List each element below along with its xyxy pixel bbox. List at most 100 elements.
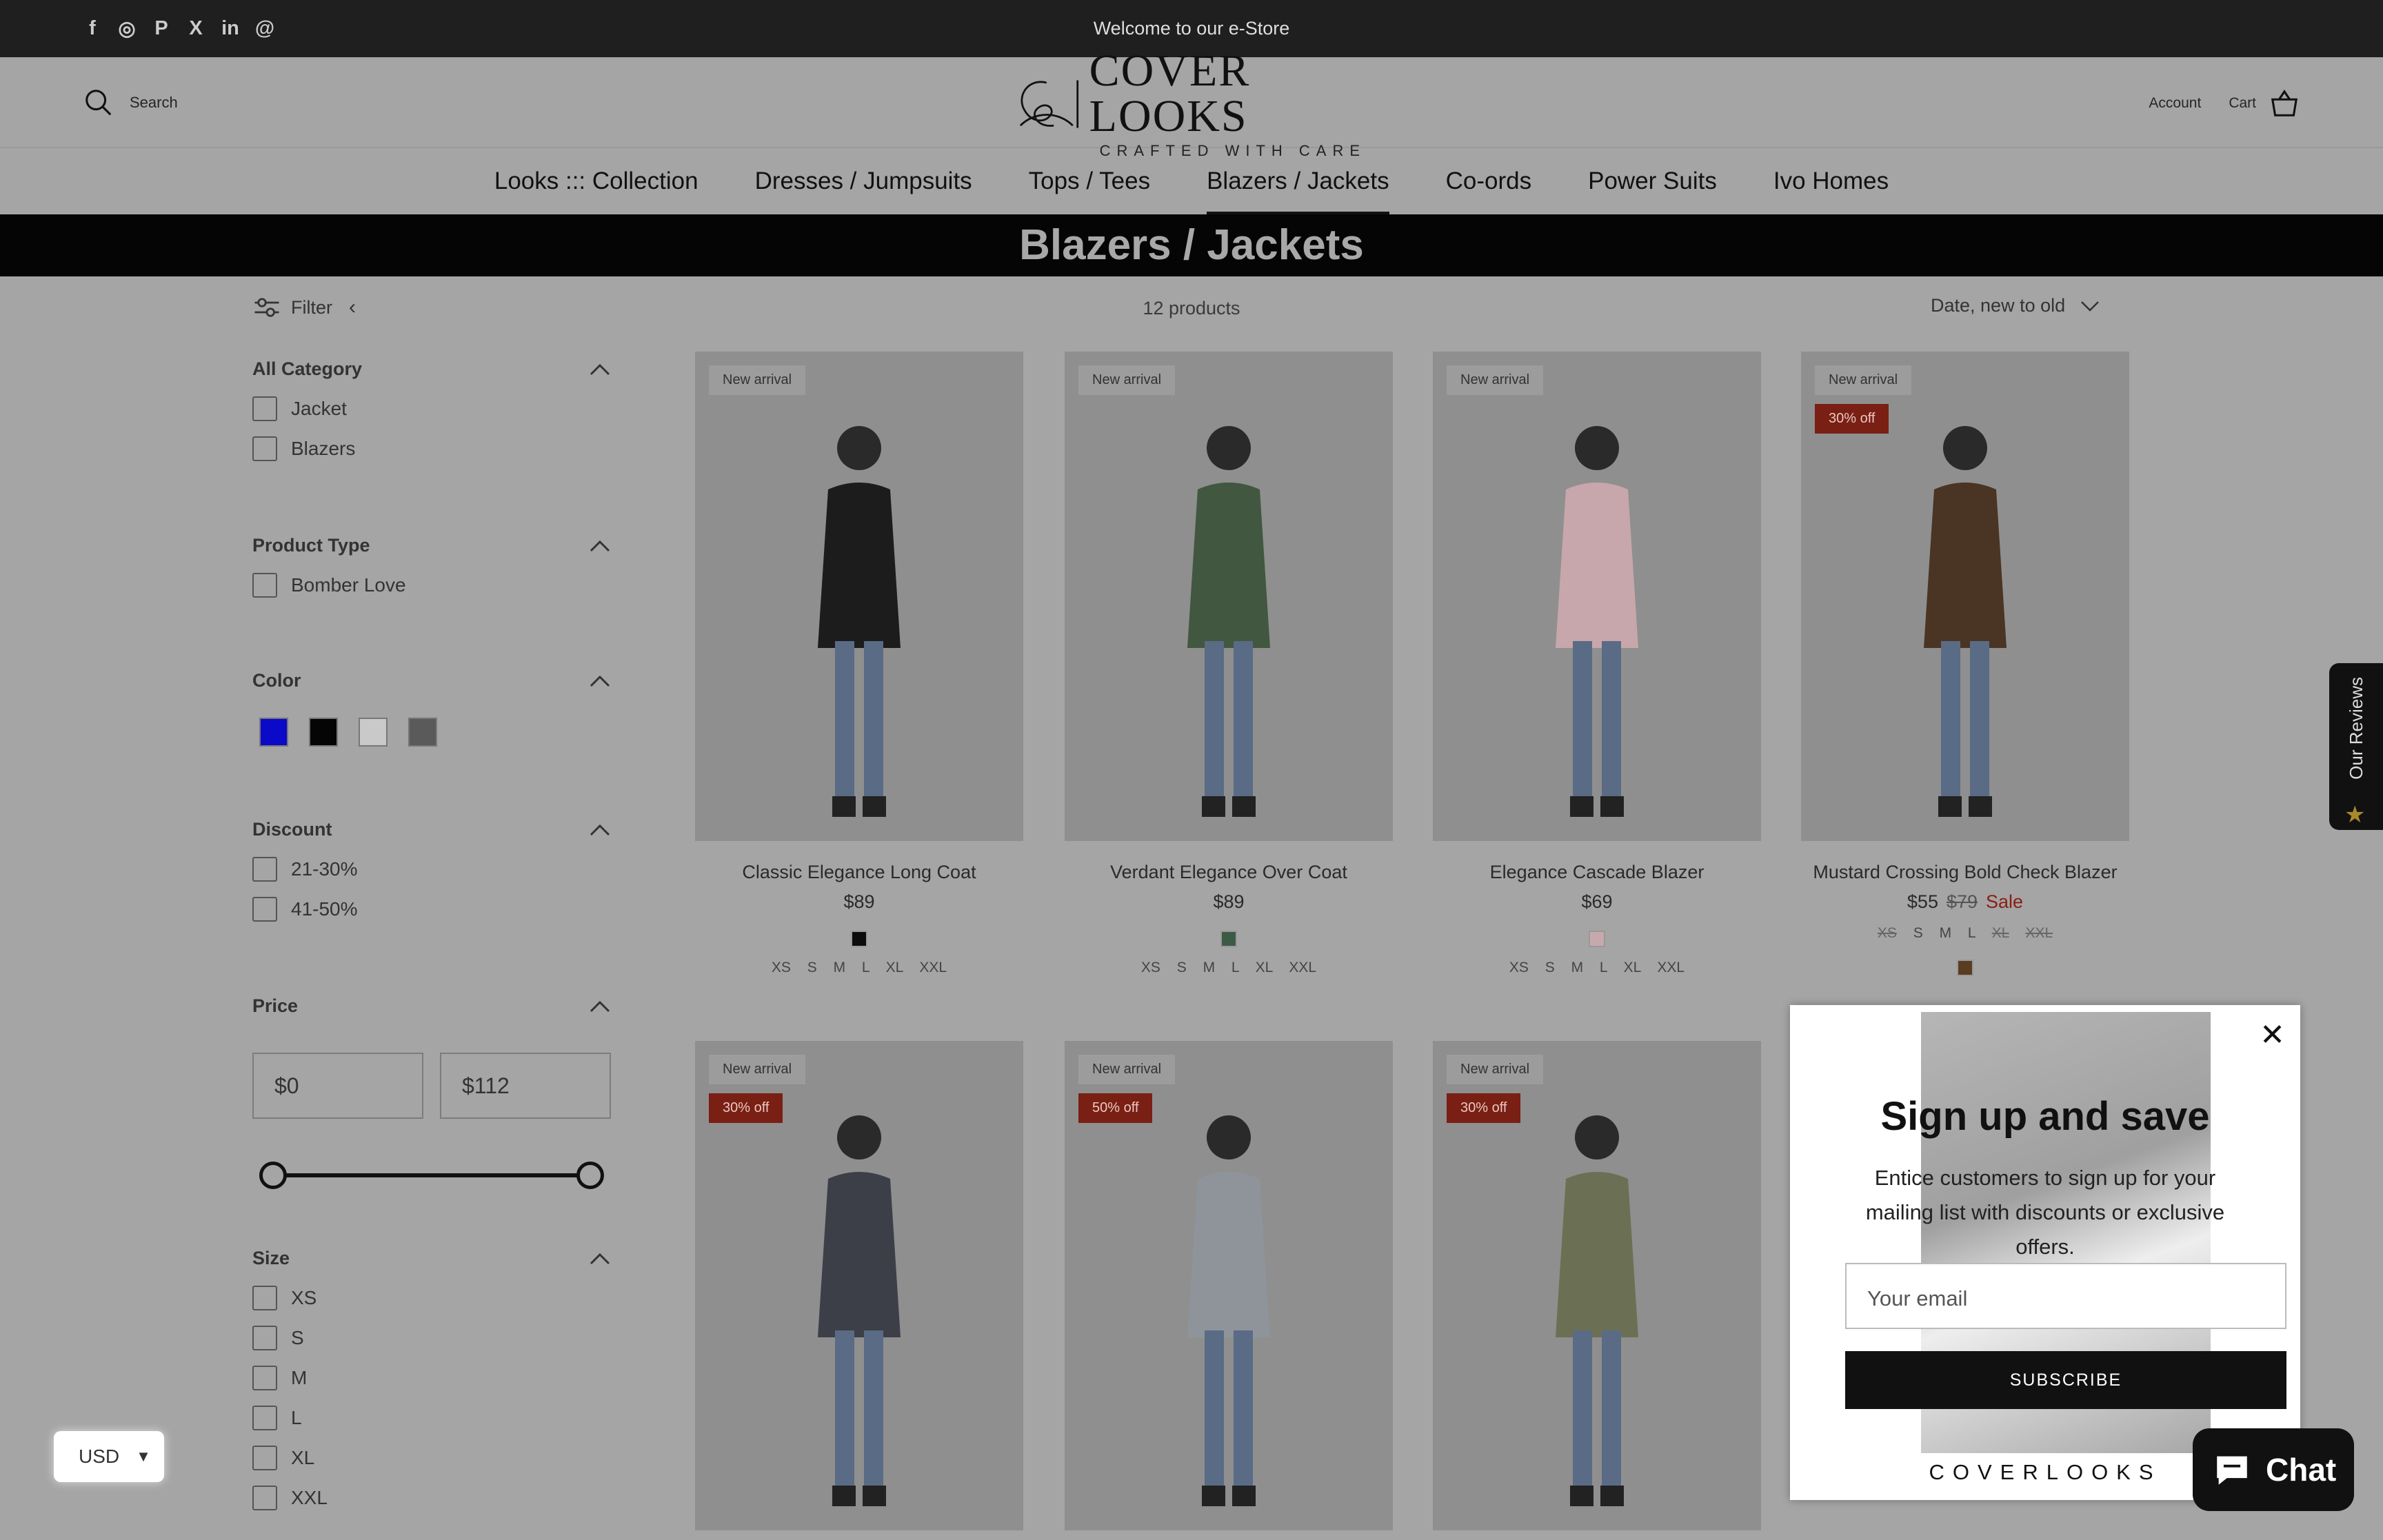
checkbox[interactable] <box>252 1406 277 1430</box>
product-image[interactable]: New arrival 30% off <box>1801 352 2129 841</box>
checkbox[interactable] <box>252 857 277 882</box>
cart-link[interactable]: Cart <box>2229 88 2300 119</box>
filter-option[interactable]: M <box>252 1366 611 1390</box>
filter-option[interactable]: Blazers <box>252 436 611 461</box>
size-available: L <box>1967 925 1975 941</box>
product-image[interactable]: New arrival <box>695 352 1023 841</box>
chat-button[interactable]: Chat <box>2193 1428 2354 1511</box>
filter-option-label: S <box>291 1327 304 1348</box>
product-price: $69 <box>1581 891 1613 912</box>
color-swatch[interactable] <box>259 718 288 747</box>
nav-item-blazers-jackets[interactable]: Blazers / Jackets <box>1207 148 1389 214</box>
email-field[interactable]: Your email <box>1845 1263 2286 1329</box>
account-link[interactable]: Account <box>2149 95 2201 112</box>
price-max-input[interactable]: $112 <box>440 1053 611 1119</box>
price-inputs: $0 $112 <box>252 1053 611 1119</box>
product-card[interactable]: New arrival Verdant Elegance Over Coat $89… <box>1065 352 1393 976</box>
filter-option[interactable]: L <box>252 1406 611 1430</box>
filter-label: Filter <box>291 296 332 318</box>
product-image[interactable]: New arrival <box>1065 352 1393 841</box>
site-logo[interactable]: COVER LOOKS CRAFTED WITH CARE <box>1011 48 1376 159</box>
filter-option[interactable]: XXL <box>252 1486 611 1510</box>
close-icon[interactable]: ✕ <box>2260 1017 2285 1053</box>
filter-group-price: Price $0 $112 <box>252 995 611 1189</box>
price-min-input[interactable]: $0 <box>252 1053 423 1119</box>
checkbox[interactable] <box>252 436 277 461</box>
filter-option[interactable]: S <box>252 1326 611 1350</box>
checkbox[interactable] <box>252 573 277 598</box>
checkbox[interactable] <box>252 396 277 421</box>
discount-badge: 50% off <box>1078 1093 1153 1123</box>
slider-max-handle[interactable] <box>576 1162 604 1189</box>
product-price-row: $89 <box>695 891 1023 913</box>
product-color-swatch[interactable] <box>1589 931 1605 947</box>
filter-option-label: Blazers <box>291 438 356 459</box>
product-card[interactable]: New arrival 30% off Mustard Crossing Bold … <box>1801 352 2129 976</box>
chevron-up-icon <box>590 675 610 687</box>
sort-dropdown[interactable]: Date, new to old <box>1931 295 2100 316</box>
slider-min-handle[interactable] <box>259 1162 287 1189</box>
product-card[interactable]: New arrival Elegance Cascade Blazer $69 XS … <box>1433 352 1761 976</box>
checkbox[interactable] <box>252 1286 277 1310</box>
product-color-swatch[interactable] <box>851 931 867 947</box>
reviews-tab[interactable]: Our Reviews ★ <box>2329 663 2383 830</box>
product-title[interactable]: Elegance Cascade Blazer <box>1433 862 1761 883</box>
filter-toggle[interactable]: Filter ‹ <box>252 295 356 320</box>
color-swatch[interactable] <box>408 718 437 747</box>
filter-option[interactable]: XS <box>252 1286 611 1310</box>
filter-option[interactable]: 21-30% <box>252 857 611 882</box>
filter-option[interactable]: 41-50% <box>252 897 611 922</box>
checkbox[interactable] <box>252 897 277 922</box>
filter-option[interactable]: Jacket <box>252 396 611 421</box>
filter-option[interactable]: Bomber Love <box>252 573 611 598</box>
product-color-swatch[interactable] <box>1957 960 1973 976</box>
new-arrival-badge: New arrival <box>1447 365 1544 395</box>
product-title[interactable]: Mustard Crossing Bold Check Blazer <box>1801 862 2129 883</box>
size-sold-out: XS <box>1877 925 1897 941</box>
color-swatch[interactable] <box>309 718 338 747</box>
product-image[interactable]: New arrival 30% off <box>1433 1041 1761 1530</box>
product-image[interactable]: New arrival <box>1433 352 1761 841</box>
product-title[interactable]: Classic Elegance Long Coat <box>695 862 1023 883</box>
nav-item-looks-collection[interactable]: Looks ::: Collection <box>494 148 698 214</box>
nav-item-dresses-jumpsuits[interactable]: Dresses / Jumpsuits <box>755 148 972 214</box>
filter-heading-price[interactable]: Price <box>252 995 611 1017</box>
filter-group-color: Color <box>252 670 611 747</box>
product-card[interactable]: New arrival 30% off <box>695 1041 1023 1530</box>
filter-heading-color[interactable]: Color <box>252 670 611 691</box>
nav-item-ivo-homes[interactable]: Ivo Homes <box>1773 148 1889 214</box>
product-model-figure <box>818 1115 901 1506</box>
product-price-row: $69 <box>1433 891 1761 913</box>
product-card[interactable]: New arrival 50% off <box>1065 1041 1393 1530</box>
filter-heading-category[interactable]: All Category <box>252 358 611 380</box>
nav-item-tops-tees[interactable]: Tops / Tees <box>1029 148 1150 214</box>
filter-heading-discount[interactable]: Discount <box>252 819 611 840</box>
product-price: $89 <box>1213 891 1245 912</box>
product-image[interactable]: New arrival 50% off <box>1065 1041 1393 1530</box>
checkbox[interactable] <box>252 1446 277 1470</box>
size-available: M <box>1939 925 1952 941</box>
new-arrival-badge: New arrival <box>709 1055 806 1084</box>
product-card[interactable]: New arrival 30% off <box>1433 1041 1761 1530</box>
filter-option[interactable]: XL <box>252 1446 611 1470</box>
checkbox[interactable] <box>252 1366 277 1390</box>
filter-title: Price <box>252 995 299 1016</box>
nav-item-power-suits[interactable]: Power Suits <box>1588 148 1717 214</box>
search-button[interactable]: Search <box>83 87 178 119</box>
price-range-slider[interactable] <box>252 1162 611 1189</box>
filter-heading-size[interactable]: Size <box>252 1248 611 1269</box>
product-image[interactable]: New arrival 30% off <box>695 1041 1023 1530</box>
checkbox[interactable] <box>252 1486 277 1510</box>
currency-selector[interactable]: USD ▼ <box>54 1431 164 1482</box>
checkbox[interactable] <box>252 1326 277 1350</box>
nav-item-co-ords[interactable]: Co-ords <box>1446 148 1531 214</box>
product-price-row: $89 <box>1065 891 1393 913</box>
new-arrival-badge: New arrival <box>1078 1055 1176 1084</box>
product-card[interactable]: New arrival Classic Elegance Long Coat $89… <box>695 352 1023 976</box>
product-title[interactable]: Verdant Elegance Over Coat <box>1065 862 1393 883</box>
subscribe-button[interactable]: SUBSCRIBE <box>1845 1351 2286 1409</box>
filter-heading-product-type[interactable]: Product Type <box>252 535 611 556</box>
color-swatch[interactable] <box>359 718 388 747</box>
product-color-swatch[interactable] <box>1220 931 1237 947</box>
product-model-figure <box>1924 426 2007 817</box>
